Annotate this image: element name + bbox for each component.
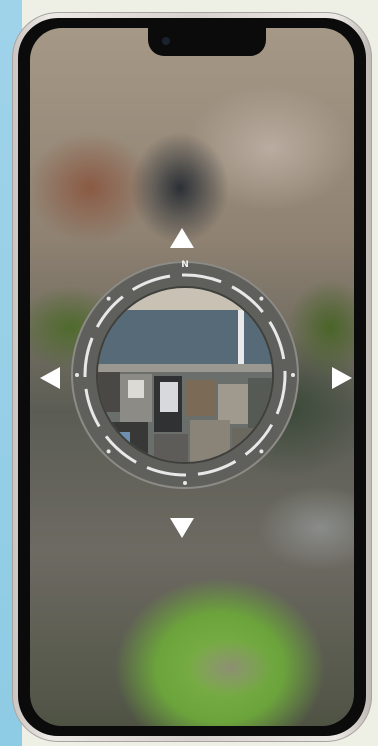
triangle-left-icon <box>40 367 60 389</box>
pan-right-button[interactable] <box>328 366 354 390</box>
compass-tick <box>75 373 79 377</box>
pan-up-button[interactable] <box>169 226 195 250</box>
compass-tick <box>291 373 295 377</box>
compass-widget[interactable]: N <box>70 260 300 490</box>
satellite-map-lens[interactable] <box>98 288 272 462</box>
pan-down-button[interactable] <box>169 516 195 540</box>
front-camera-icon <box>162 37 170 45</box>
north-label: N <box>181 260 189 270</box>
satellite-map-image <box>98 288 272 462</box>
triangle-up-icon <box>170 228 194 248</box>
triangle-right-icon <box>332 367 352 389</box>
compass-tick <box>183 481 187 485</box>
triangle-down-icon <box>170 518 194 538</box>
phone-notch <box>148 28 266 56</box>
pan-left-button[interactable] <box>38 366 64 390</box>
